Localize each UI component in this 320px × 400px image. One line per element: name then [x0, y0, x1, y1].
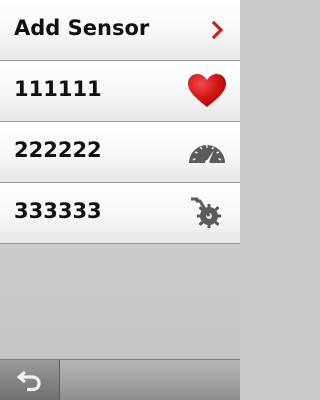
chevron-right-icon — [212, 21, 224, 39]
bottom-toolbar — [0, 359, 240, 400]
sensor-item-cadence[interactable]: 333333 — [0, 183, 240, 244]
bike-cadence-gear-icon — [186, 193, 228, 233]
sensor-item-heart-rate[interactable]: 111111 — [0, 61, 240, 122]
back-arrow-icon — [16, 370, 41, 392]
sensor-list: Add Sensor 111111 222222 333333 — [0, 0, 240, 244]
sensor-item-label: 222222 — [14, 138, 102, 162]
heart-icon — [186, 71, 228, 111]
add-sensor-label: Add Sensor — [14, 16, 150, 40]
speedometer-icon — [186, 132, 228, 172]
sensor-item-label: 111111 — [14, 77, 102, 101]
sensor-item-speed[interactable]: 222222 — [0, 122, 240, 183]
sensor-item-label: 333333 — [14, 199, 102, 223]
sensor-list-screen: Add Sensor 111111 222222 333333 — [0, 0, 240, 400]
add-sensor-item[interactable]: Add Sensor — [0, 0, 240, 61]
back-button[interactable] — [0, 360, 60, 400]
